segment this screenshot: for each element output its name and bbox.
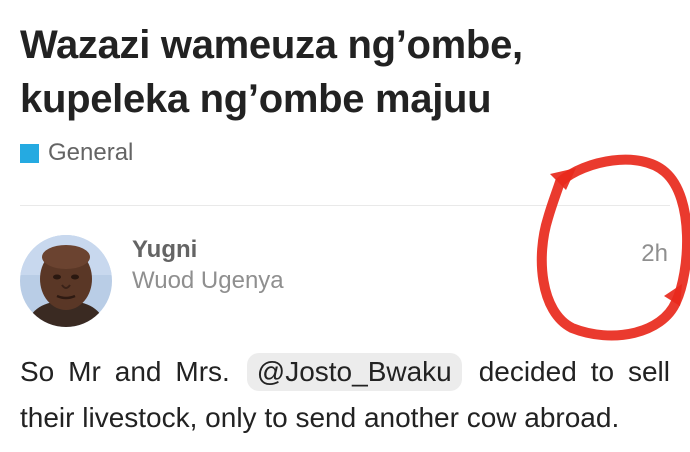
category-badge-link[interactable]: General	[20, 139, 133, 167]
post-text-before-mention: So Mr and Mrs.	[20, 356, 230, 387]
topic-title: Wazazi wameuza ng’ombe, kupeleka ng’ombe…	[20, 23, 523, 121]
author-username[interactable]: Yugni	[132, 236, 197, 264]
category-label: General	[48, 139, 134, 166]
post-timestamp[interactable]: 2h	[641, 240, 668, 268]
post-body: So Mr and Mrs. @Josto_Bwaku decided to s…	[20, 349, 670, 441]
avatar[interactable]	[20, 235, 112, 327]
user-mention-link[interactable]: @Josto_Bwaku	[246, 353, 462, 391]
topic-divider	[20, 205, 670, 206]
user-avatar-icon	[20, 235, 112, 327]
author-title: Wuod Ugenya	[132, 267, 284, 294]
category-color-square-icon	[20, 143, 39, 163]
